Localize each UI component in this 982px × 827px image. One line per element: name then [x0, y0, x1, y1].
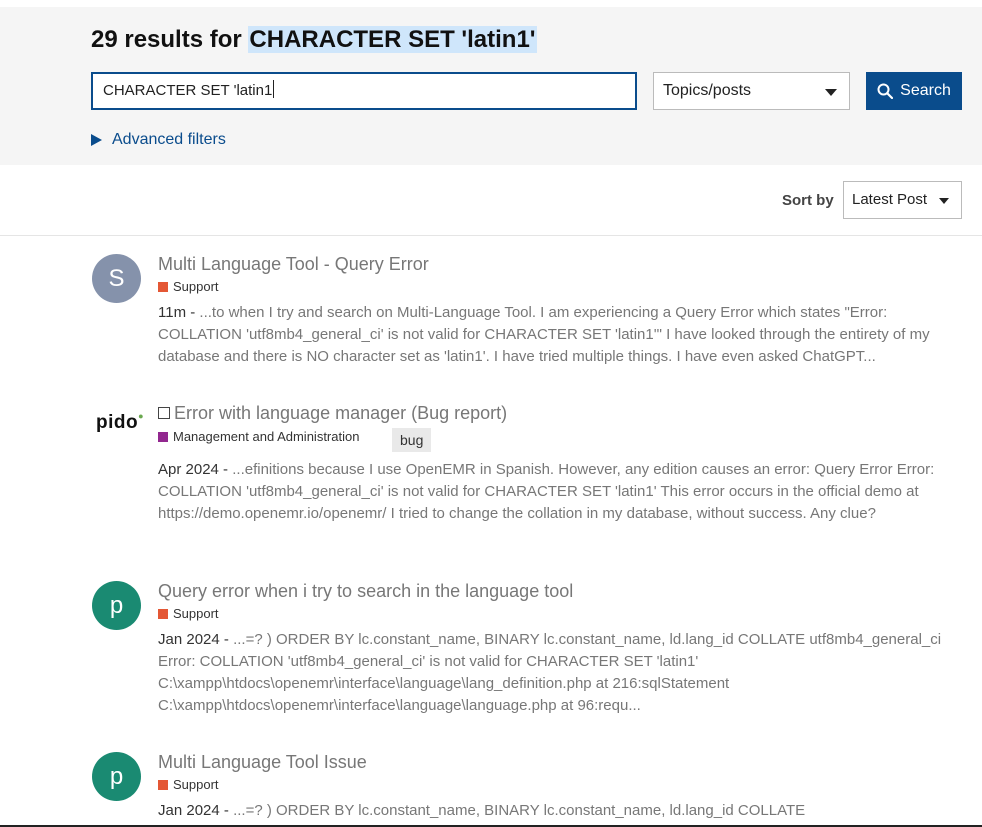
- text-caret: [273, 80, 275, 98]
- results-count-text: 29 results for: [91, 26, 242, 53]
- advanced-filters-label: Advanced filters: [112, 131, 226, 148]
- category-badge[interactable]: Support: [158, 777, 219, 792]
- chevron-down-icon: [939, 198, 949, 204]
- result-excerpt-text: ...=? ) ORDER BY lc.constant_name, BINAR…: [158, 631, 942, 714]
- topic-title-link[interactable]: Error with language manager (Bug report): [158, 403, 507, 424]
- topic-title-text: Error with language manager (Bug report): [174, 403, 508, 423]
- avatar[interactable]: p: [92, 581, 141, 630]
- category-label: Support: [173, 606, 219, 621]
- search-button[interactable]: Search: [866, 72, 962, 110]
- category-swatch: [158, 608, 168, 619]
- category-label: Management and Administration: [173, 429, 360, 444]
- sort-select[interactable]: Latest Post: [843, 181, 962, 219]
- avatar-letter: S: [108, 264, 125, 292]
- search-type-select[interactable]: Topics/posts: [653, 72, 850, 110]
- sort-row: Sort by Latest Post: [0, 165, 982, 236]
- tag-badge[interactable]: bug: [392, 428, 432, 452]
- avatar-letter: p: [109, 591, 124, 619]
- result-date: 11m: [158, 304, 187, 321]
- chevron-down-icon: [825, 89, 837, 96]
- avatar-logo-text: pido: [96, 412, 139, 433]
- result-excerpt-text: ...to when I try and search on Multi-Lan…: [158, 304, 930, 365]
- avatar[interactable]: pido●: [96, 411, 144, 434]
- search-input[interactable]: CHARACTER SET 'latin1: [91, 72, 637, 110]
- checkbox-icon: [158, 407, 170, 419]
- topic-title-link[interactable]: Multi Language Tool Issue: [158, 752, 367, 773]
- search-icon: [877, 83, 894, 99]
- search-type-value: Topics/posts: [663, 82, 752, 99]
- category-badge[interactable]: Support: [158, 606, 219, 621]
- category-swatch: [158, 431, 168, 442]
- advanced-filters-toggle[interactable]: Advanced filters: [91, 131, 226, 149]
- result-date: Jan 2024: [158, 802, 220, 819]
- result-excerpt: Jan 2024 - ...=? ) ORDER BY lc.constant_…: [158, 631, 942, 714]
- result-excerpt-text: ...=? ) ORDER BY lc.constant_name, BINAR…: [233, 802, 806, 819]
- category-swatch: [158, 281, 168, 292]
- category-label: Support: [173, 279, 219, 294]
- caret-right-icon: [91, 134, 102, 146]
- result-excerpt: Apr 2024 - ...efinitions because I use O…: [158, 461, 935, 522]
- result-excerpt-text: ...efinitions because I use OpenEMR in S…: [158, 461, 935, 522]
- category-badge[interactable]: Management and Administration: [158, 429, 359, 444]
- avatar[interactable]: p: [92, 752, 141, 801]
- result-excerpt: 11m - ...to when I try and search on Mul…: [158, 304, 930, 365]
- category-swatch: [158, 779, 168, 790]
- avatar[interactable]: S: [92, 254, 141, 303]
- sort-label: Sort by: [782, 192, 834, 209]
- logo-dot-icon: ●: [138, 411, 145, 421]
- search-header: 29 results for CHARACTER SET 'latin1' CH…: [0, 0, 982, 165]
- category-badge[interactable]: Support: [158, 279, 219, 294]
- result-excerpt: Jan 2024 - ...=? ) ORDER BY lc.constant_…: [158, 802, 806, 819]
- search-button-label: Search: [900, 82, 951, 99]
- search-input-value: CHARACTER SET 'latin1: [103, 82, 273, 99]
- topic-title-link[interactable]: Multi Language Tool - Query Error: [158, 254, 429, 275]
- avatar-letter: p: [109, 762, 124, 790]
- results-title: 29 results for CHARACTER SET 'latin1': [91, 26, 537, 54]
- category-label: Support: [173, 777, 219, 792]
- result-date: Apr 2024: [158, 461, 219, 478]
- query-text: CHARACTER SET 'latin1': [248, 26, 537, 53]
- result-date: Jan 2024: [158, 631, 220, 648]
- topic-title-link[interactable]: Query error when i try to search in the …: [158, 581, 573, 602]
- sort-select-value: Latest Post: [852, 191, 928, 208]
